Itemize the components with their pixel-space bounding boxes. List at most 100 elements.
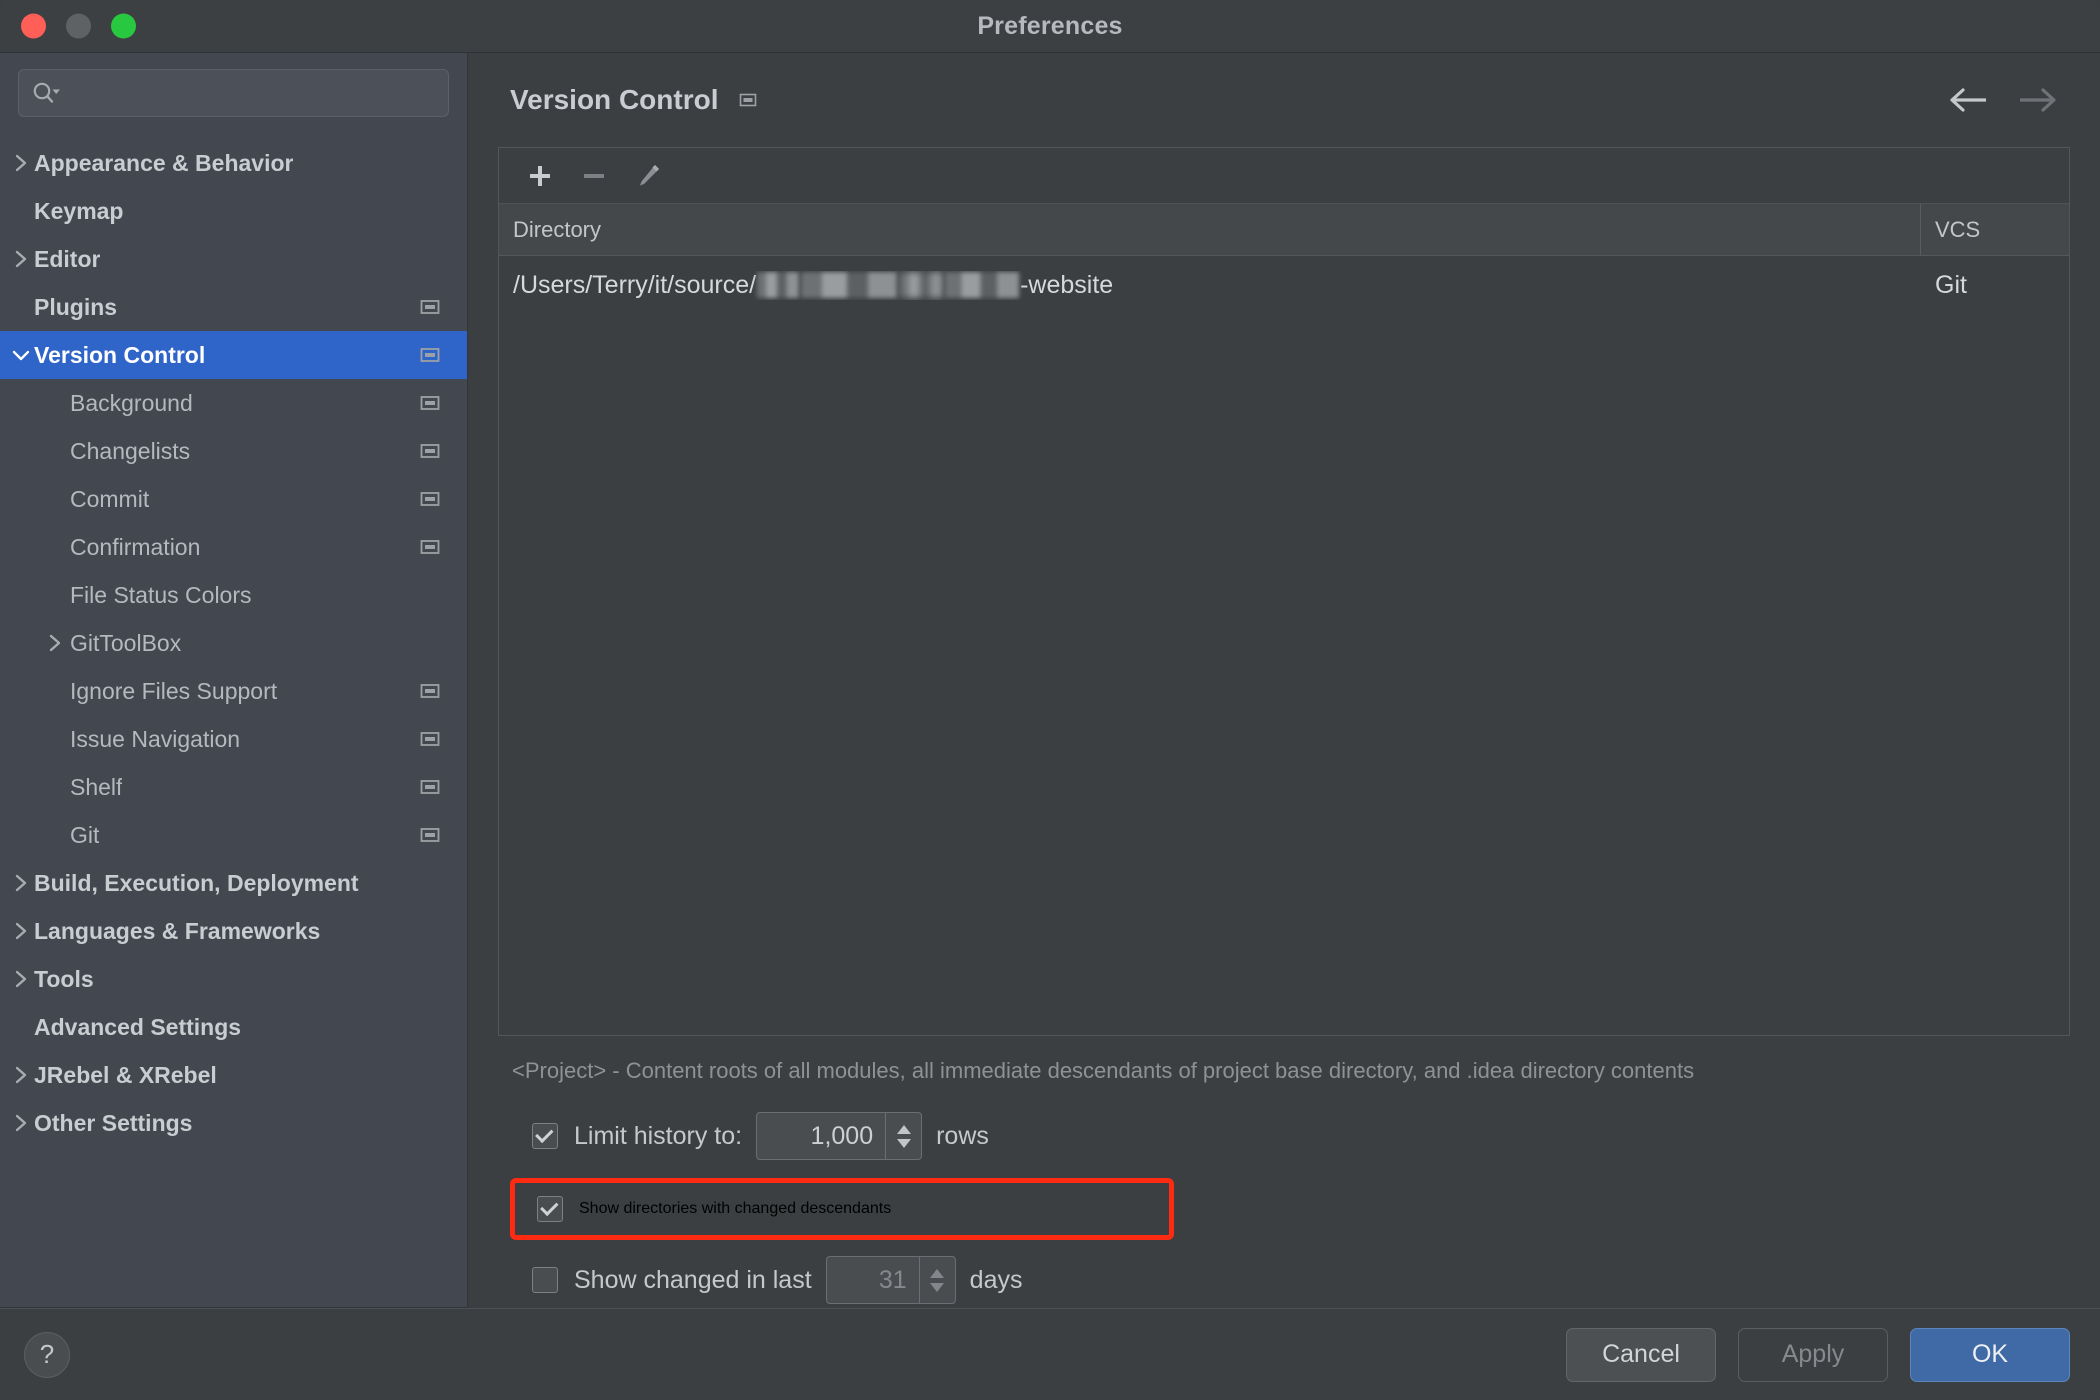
sidebar-item-keymap[interactable]: Keymap <box>0 187 467 235</box>
page-title: Version Control <box>510 84 719 115</box>
sidebar-item-label: Keymap <box>34 197 124 224</box>
chevron-right-icon[interactable] <box>8 969 34 989</box>
sidebar-item-label: Changelists <box>70 437 191 464</box>
sidebar-item-issue-navigation[interactable]: Issue Navigation <box>0 715 467 763</box>
table-row[interactable]: /Users/Terry/it/source/ -website Git <box>499 256 2069 314</box>
sidebar-item-label: Git <box>70 821 100 848</box>
limit-history-checkbox[interactable] <box>532 1123 558 1149</box>
redacted-path-segment <box>757 272 800 298</box>
pencil-icon <box>640 164 659 185</box>
sidebar-item-ignore-files-support[interactable]: Ignore Files Support <box>0 667 467 715</box>
stepper-down-icon[interactable] <box>896 1138 911 1148</box>
sidebar-item-label: Version Control <box>34 341 206 368</box>
chevron-right-icon[interactable] <box>8 153 34 173</box>
sidebar-item-changelists[interactable]: Changelists <box>0 427 467 475</box>
sidebar-item-languages-frameworks[interactable]: Languages & Frameworks <box>0 907 467 955</box>
redacted-path-segment <box>899 272 944 298</box>
help-button[interactable]: ? <box>24 1331 70 1378</box>
limit-history-value[interactable]: 1,000 <box>757 1113 885 1159</box>
window-titlebar: Preferences <box>0 0 2100 53</box>
show-changed-value[interactable]: 31 <box>827 1257 919 1303</box>
settings-sidebar: Appearance & Behavior Keymap Editor Plugins… <box>0 53 468 1308</box>
show-directories-row-highlighted: Show directories with changed descendant… <box>510 1178 1174 1240</box>
main-header: Version Control <box>498 53 2070 147</box>
project-scope-icon <box>419 440 441 462</box>
sidebar-item-commit[interactable]: Commit <box>0 475 467 523</box>
ok-button[interactable]: OK <box>1910 1327 2070 1382</box>
apply-button[interactable]: Apply <box>1738 1327 1888 1382</box>
sidebar-item-confirmation[interactable]: Confirmation <box>0 523 467 571</box>
project-scope-icon <box>419 296 441 318</box>
minus-icon <box>584 173 604 178</box>
limit-history-stepper-arrows[interactable] <box>885 1113 921 1159</box>
show-changed-label: Show changed in last <box>574 1265 812 1294</box>
add-mapping-button[interactable] <box>513 154 567 198</box>
zoom-button[interactable] <box>111 13 136 39</box>
cell-directory: /Users/Terry/it/source/ -website <box>499 271 1921 300</box>
sidebar-item-label: Shelf <box>70 773 123 800</box>
chevron-right-icon[interactable] <box>8 1113 34 1133</box>
directory-path-prefix: /Users/Terry/it/source/ <box>513 270 757 299</box>
redacted-path-segment <box>945 272 1020 298</box>
stepper-up-icon[interactable] <box>930 1268 945 1278</box>
chevron-down-icon[interactable] <box>8 347 34 363</box>
search-field[interactable] <box>18 69 449 117</box>
window-controls <box>21 13 136 39</box>
chevron-right-icon[interactable] <box>8 249 34 269</box>
sidebar-item-git[interactable]: Git <box>0 811 467 859</box>
chevron-right-icon[interactable] <box>8 1065 34 1085</box>
stepper-up-icon[interactable] <box>896 1124 911 1134</box>
search-input[interactable] <box>61 81 436 105</box>
chevron-right-icon[interactable] <box>8 873 34 893</box>
sidebar-item-file-status-colors[interactable]: File Status Colors <box>0 571 467 619</box>
table-header-row: Directory VCS <box>499 204 2069 256</box>
minimize-button[interactable] <box>66 13 91 39</box>
sidebar-item-build-execution-deployment[interactable]: Build, Execution, Deployment <box>0 859 467 907</box>
remove-mapping-button[interactable] <box>567 154 621 198</box>
vcs-directory-mappings-card: Directory VCS /Users/Terry/it/source/ -we… <box>498 147 2070 1036</box>
preferences-window: Preferences Appearance & Behavior Keymap E… <box>0 0 2100 1400</box>
limit-history-stepper[interactable]: 1,000 <box>756 1112 923 1160</box>
sidebar-item-appearance-behavior[interactable]: Appearance & Behavior <box>0 139 467 187</box>
settings-nav-list: Appearance & Behavior Keymap Editor Plugins… <box>0 139 467 1307</box>
sidebar-item-tools[interactable]: Tools <box>0 955 467 1003</box>
limit-history-label: Limit history to: <box>574 1121 743 1150</box>
sidebar-item-editor[interactable]: Editor <box>0 235 467 283</box>
sidebar-item-label: Commit <box>70 485 150 512</box>
show-directories-checkbox[interactable] <box>537 1196 563 1222</box>
close-button[interactable] <box>21 13 46 39</box>
column-header-directory[interactable]: Directory <box>499 204 1921 255</box>
project-scope-icon <box>419 728 441 750</box>
window-title: Preferences <box>977 11 1123 40</box>
sidebar-item-gittoolbox[interactable]: GitToolBox <box>0 619 467 667</box>
chevron-right-icon[interactable] <box>8 921 34 941</box>
search-icon <box>31 81 61 105</box>
stepper-down-icon[interactable] <box>930 1282 945 1292</box>
sidebar-item-shelf[interactable]: Shelf <box>0 763 467 811</box>
show-changed-checkbox[interactable] <box>532 1267 558 1293</box>
limit-history-row: Limit history to: 1,000 rows <box>510 1108 2058 1164</box>
column-header-vcs[interactable]: VCS <box>1921 204 2069 255</box>
edit-mapping-button[interactable] <box>621 154 675 198</box>
show-changed-stepper-arrows[interactable] <box>918 1257 955 1303</box>
directory-path-suffix: -website <box>1020 270 1114 299</box>
sidebar-item-other-settings[interactable]: Other Settings <box>0 1099 467 1147</box>
options-section: <Project> - Content roots of all modules… <box>498 1036 2070 1308</box>
chevron-right-icon[interactable] <box>40 633 70 653</box>
sidebar-item-background[interactable]: Background <box>0 379 467 427</box>
arrow-right-icon[interactable] <box>2018 86 2060 114</box>
sidebar-item-label: Appearance & Behavior <box>34 149 294 176</box>
cell-vcs: Git <box>1935 270 1967 299</box>
sidebar-item-advanced-settings[interactable]: Advanced Settings <box>0 1003 467 1051</box>
sidebar-item-jrebel-xrebel[interactable]: JRebel & XRebel <box>0 1051 467 1099</box>
header-nav-arrows <box>1946 86 2070 114</box>
project-scope-icon <box>419 680 441 702</box>
sidebar-item-version-control[interactable]: Version Control <box>0 331 467 379</box>
show-changed-stepper[interactable]: 31 <box>825 1256 956 1304</box>
cancel-button[interactable]: Cancel <box>1566 1327 1716 1382</box>
project-scope-icon <box>738 90 758 110</box>
sidebar-item-plugins[interactable]: Plugins <box>0 283 467 331</box>
redacted-path-segment <box>801 272 898 298</box>
footer-button-group: Cancel Apply OK <box>1566 1327 2070 1382</box>
arrow-left-icon[interactable] <box>1946 86 1988 114</box>
